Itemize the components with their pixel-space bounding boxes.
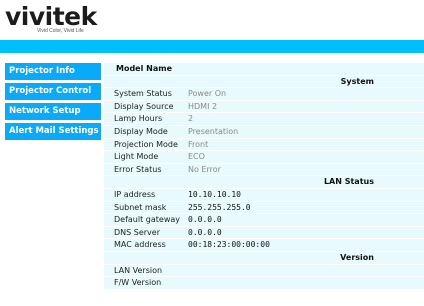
logo-tagline: Vivid Color, Vivid Life — [37, 28, 84, 34]
row-value: ECO — [184, 150, 424, 164]
row-value: Presentation — [184, 125, 424, 139]
table-row: System Status Power On — [104, 87, 424, 101]
row-label: LAN Version — [104, 264, 184, 278]
vivitek-logo: vivitek — [5, 2, 97, 31]
top-banner — [0, 40, 424, 53]
sidebar-item-projector-info[interactable]: Projector Info — [5, 63, 101, 80]
table-row: IP address 10.10.10.10 — [104, 188, 424, 202]
projector-info-table: Model Name System System Status Power On D… — [104, 63, 424, 290]
table-row: Default gateway 0.0.0.0 — [104, 213, 424, 227]
row-value: 2 — [184, 112, 424, 126]
row-value: Front — [184, 138, 424, 152]
table-row: Light Mode ECO — [104, 150, 424, 164]
model-name-value — [184, 63, 424, 76]
row-label: System Status — [104, 87, 184, 101]
row-value: Power On — [184, 87, 424, 101]
row-value: No Error — [184, 163, 424, 177]
model-row: Model Name — [104, 63, 424, 76]
row-value — [184, 276, 424, 290]
row-value: HDMI 2 — [184, 100, 424, 114]
row-value — [184, 264, 424, 278]
row-label: DNS Server — [104, 226, 184, 240]
sidebar-item-alert-mail-settings[interactable]: Alert Mail Settings — [5, 123, 101, 140]
table-row: Display Source HDMI 2 — [104, 100, 424, 114]
row-label: Lamp Hours — [104, 112, 184, 126]
section-title: LAN Status — [104, 175, 424, 189]
table-row: Lamp Hours 2 — [104, 112, 424, 126]
section-title-system: System — [104, 75, 424, 89]
row-label: Default gateway — [104, 213, 184, 227]
row-value: 255.255.255.0 — [184, 201, 424, 215]
table-row: Subnet mask 255.255.255.0 — [104, 201, 424, 215]
row-value: 0.0.0.0 — [184, 213, 424, 227]
row-label: Light Mode — [104, 150, 184, 164]
table-row: Projection Mode Front — [104, 138, 424, 152]
row-value: 00:18:23:00:00:00 — [184, 238, 424, 252]
lan-section-header: LAN Status — [104, 175, 424, 189]
row-label: Display Source — [104, 100, 184, 114]
sidebar-nav: Projector Info Projector Control Network… — [5, 63, 101, 143]
row-label: Display Mode — [104, 125, 184, 139]
row-label: Error Status — [104, 163, 184, 177]
section-title: Version — [104, 251, 424, 265]
row-label: Projection Mode — [104, 138, 184, 152]
table-row: DNS Server 0.0.0.0 — [104, 226, 424, 240]
version-section-header: Version — [104, 251, 424, 265]
row-label: Subnet mask — [104, 201, 184, 215]
sidebar-item-network-setup[interactable]: Network Setup — [5, 103, 101, 120]
row-value: 0.0.0.0 — [184, 226, 424, 240]
row-label: IP address — [104, 188, 184, 202]
table-row: Error Status No Error — [104, 163, 424, 177]
table-row: LAN Version — [104, 264, 424, 278]
table-row: MAC address 00:18:23:00:00:00 — [104, 238, 424, 252]
system-section-header: System — [104, 75, 424, 89]
row-label: MAC address — [104, 238, 184, 252]
model-name-label: Model Name — [104, 63, 184, 76]
row-value: 10.10.10.10 — [184, 188, 424, 202]
header: vivitek Vivid Color, Vivid Life — [0, 0, 424, 40]
row-label: F/W Version — [104, 276, 184, 290]
table-row: F/W Version — [104, 276, 424, 290]
sidebar-item-projector-control[interactable]: Projector Control — [5, 83, 101, 100]
table-row: Display Mode Presentation — [104, 125, 424, 139]
